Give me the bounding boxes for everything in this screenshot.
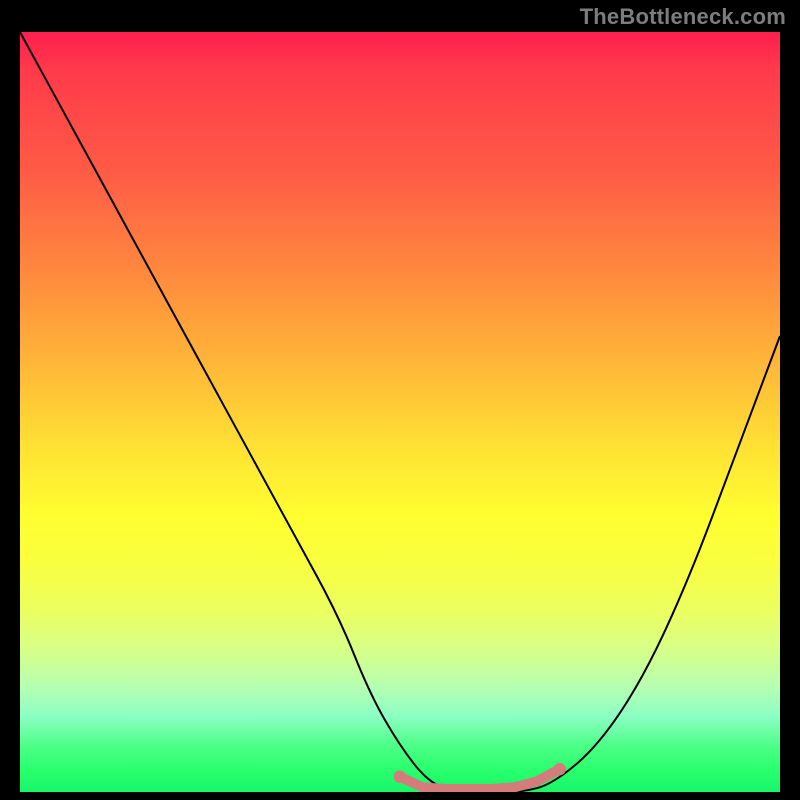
chart-frame [20, 32, 780, 792]
chart-plot-area [20, 32, 780, 792]
page-root: TheBottleneck.com [0, 0, 800, 800]
chart-background-gradient [20, 32, 780, 792]
attribution-label: TheBottleneck.com [580, 4, 786, 30]
